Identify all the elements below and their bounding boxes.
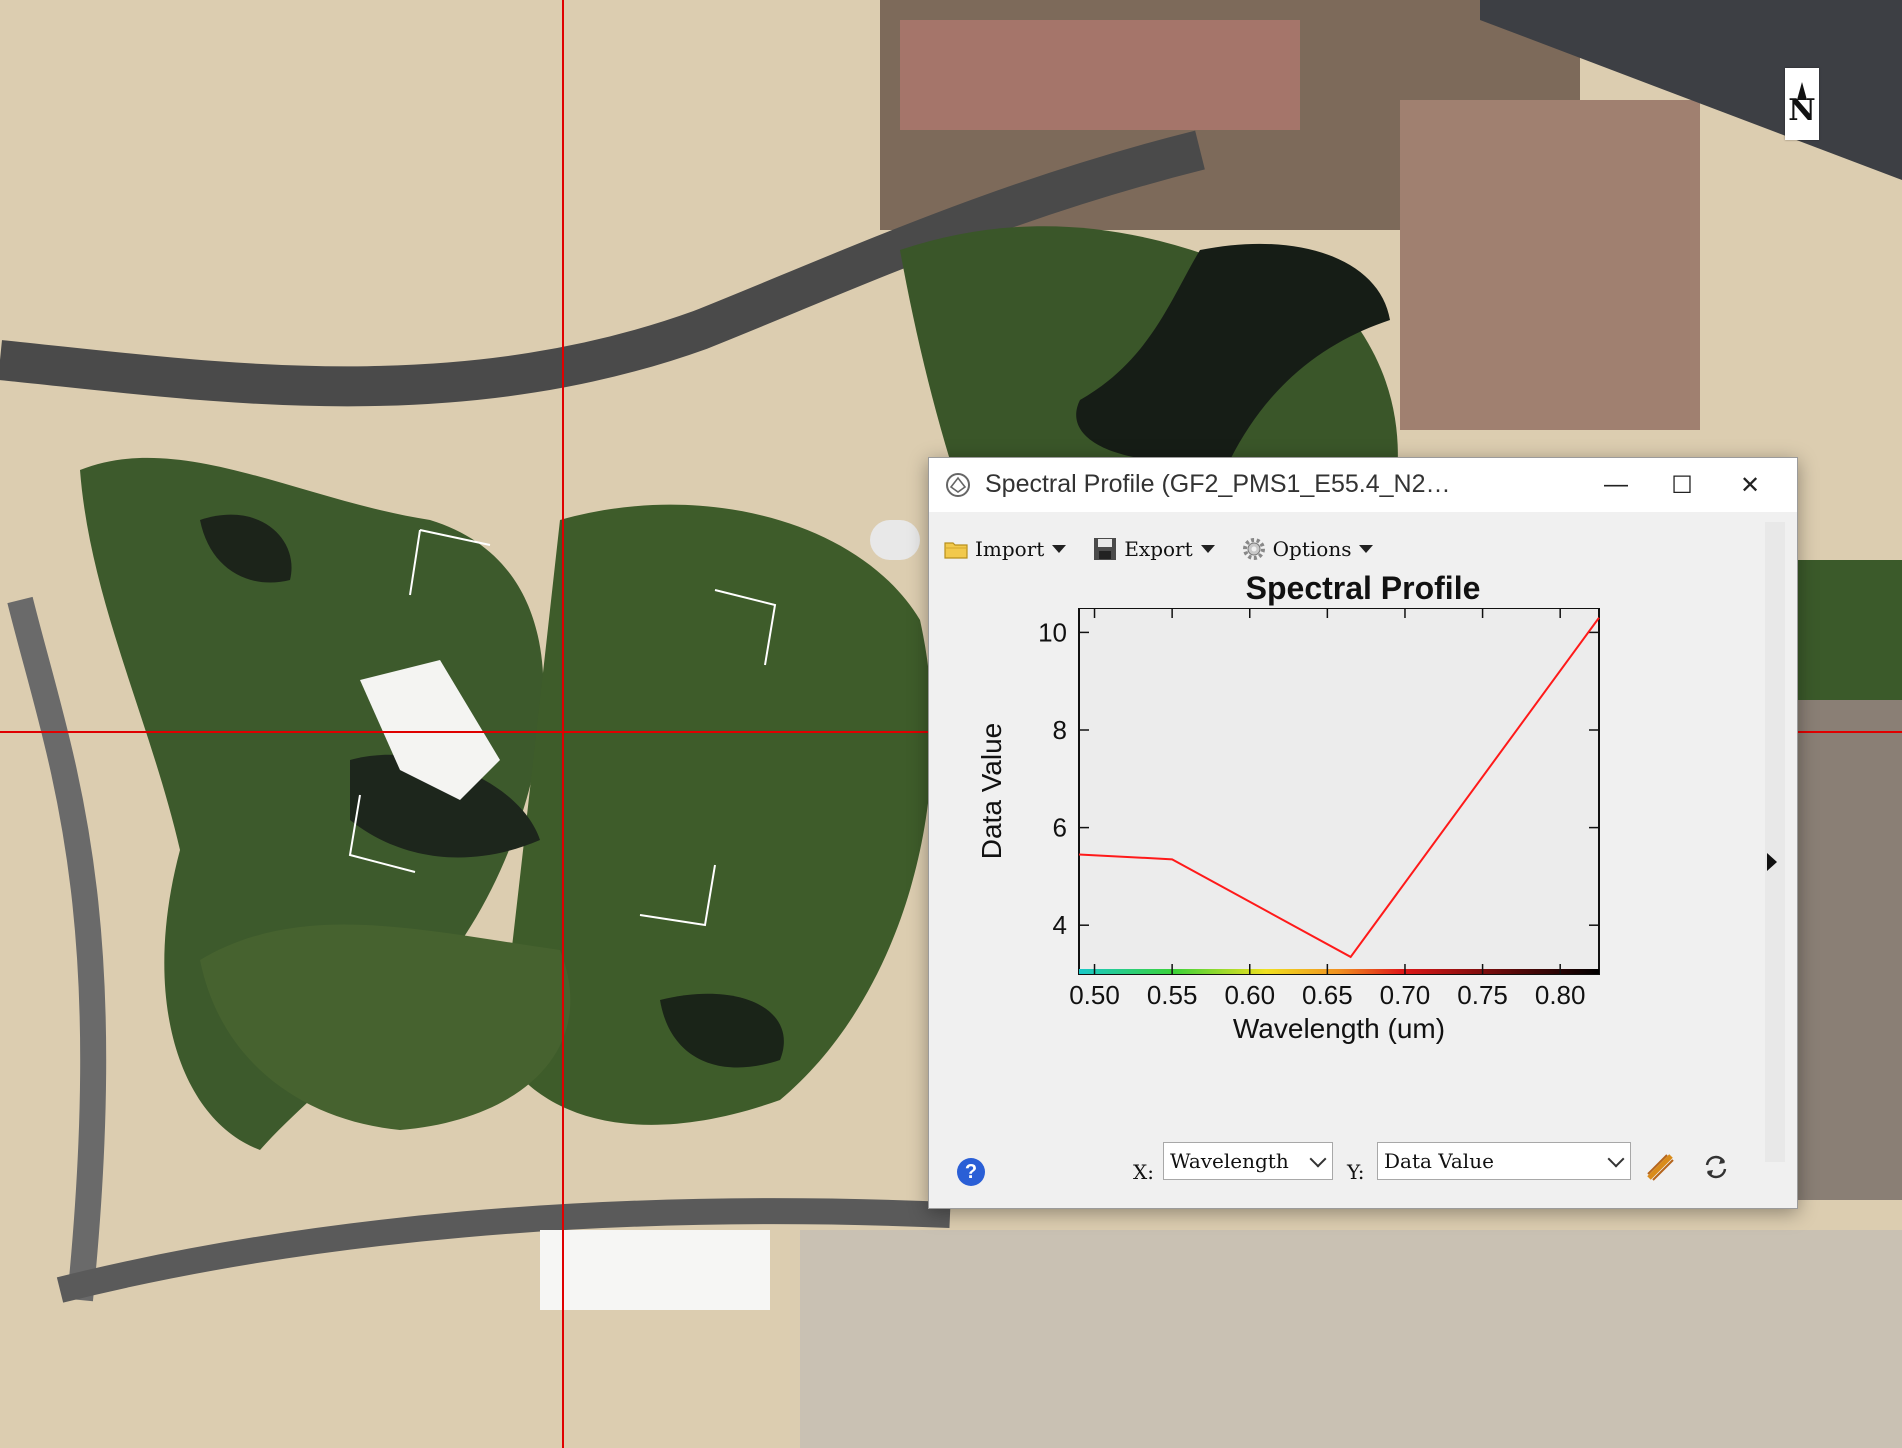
spectral-profile-dialog[interactable]: Spectral Profile (GF2_PMS1_E55.4_N25.3_2… — [928, 457, 1798, 1209]
window-title: Spectral Profile (GF2_PMS1_E55.4_N25.3_2… — [985, 470, 1455, 498]
x-axis-select[interactable]: Wavelength — [1163, 1142, 1333, 1180]
import-menu-button[interactable]: Import — [943, 536, 1067, 562]
toolbar: Import Export Options — [943, 532, 1399, 566]
y-tick-label: 10 — [1038, 617, 1067, 647]
title-bar[interactable]: Spectral Profile (GF2_PMS1_E55.4_N25.3_2… — [929, 458, 1797, 512]
x-tick-label: 0.55 — [1147, 980, 1198, 1010]
x-tick-label: 0.50 — [1069, 980, 1120, 1010]
plot-area — [1078, 608, 1600, 975]
spectrum-color-band — [1079, 969, 1599, 974]
north-label: N — [1788, 93, 1816, 128]
y-tick-label: 4 — [1053, 910, 1067, 940]
y-tick-label: 6 — [1053, 813, 1067, 843]
x-axis-select-value: Wavelength — [1170, 1149, 1289, 1173]
export-menu-button[interactable]: Export — [1092, 536, 1215, 562]
y-tick-label: 8 — [1053, 715, 1067, 745]
dropdown-caret-icon — [1359, 545, 1374, 553]
side-panel-strip[interactable] — [1765, 522, 1785, 1162]
export-label: Export — [1124, 537, 1193, 561]
x-tick-label: 0.80 — [1535, 980, 1586, 1010]
line-style-icon[interactable] — [1645, 1152, 1675, 1182]
chart-title: Spectral Profile — [1245, 570, 1481, 606]
save-icon — [1094, 538, 1117, 560]
maximize-button[interactable]: ☐ — [1651, 458, 1713, 512]
help-icon[interactable]: ? — [957, 1158, 985, 1186]
x-tick-label: 0.60 — [1224, 980, 1275, 1010]
gear-icon — [1242, 538, 1265, 560]
options-menu-button[interactable]: Options — [1241, 536, 1374, 562]
north-arrow-icon: N — [1785, 68, 1819, 140]
spectral-profile-chart[interactable]: 0.50 0.55 0.60 0.65 0.70 0.75 0.80 4 6 8 10 Wavelen… — [929, 608, 1759, 1138]
folder-icon — [944, 542, 968, 559]
x-tick-label: 0.70 — [1380, 980, 1431, 1010]
close-button[interactable]: ✕ — [1719, 458, 1781, 512]
y-axis-select-value: Data Value — [1384, 1149, 1494, 1173]
import-label: Import — [975, 537, 1045, 561]
dropdown-caret-icon — [1200, 545, 1215, 553]
app-icon — [946, 473, 970, 497]
chevron-down-icon — [1607, 1150, 1625, 1168]
chevron-down-icon — [1309, 1150, 1327, 1168]
x-axis-label: Wavelength (um) — [1233, 1013, 1445, 1044]
x-axis-select-label: X: — [1133, 1160, 1154, 1184]
y-axis-label: Data Value — [976, 723, 1007, 859]
x-tick-label: 0.75 — [1457, 980, 1508, 1010]
dropdown-caret-icon — [1052, 545, 1067, 553]
expand-panel-arrow-icon[interactable] — [1767, 853, 1777, 871]
y-axis-select[interactable]: Data Value — [1377, 1142, 1631, 1180]
options-label: Options — [1272, 537, 1352, 561]
refresh-icon[interactable] — [1701, 1152, 1731, 1182]
x-tick-label: 0.65 — [1302, 980, 1353, 1010]
crosshair-vertical — [562, 0, 564, 1448]
y-axis-select-label: Y: — [1347, 1160, 1365, 1184]
minimize-button[interactable]: — — [1585, 458, 1647, 512]
